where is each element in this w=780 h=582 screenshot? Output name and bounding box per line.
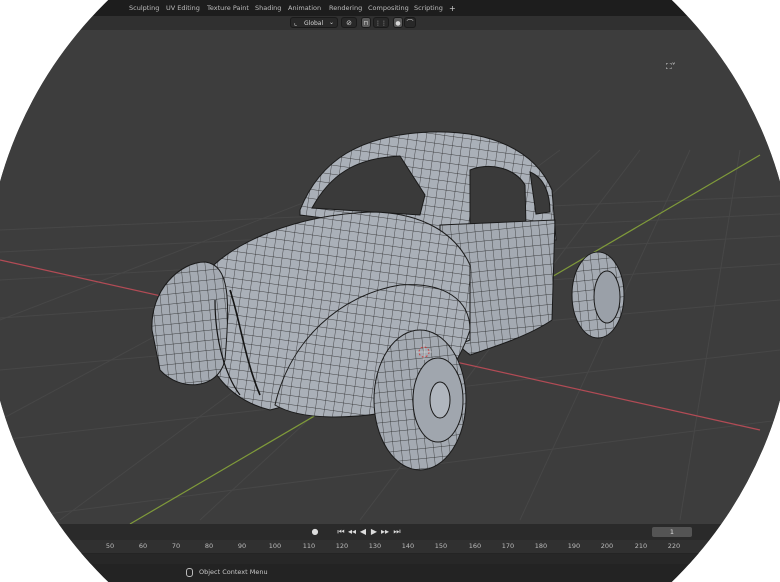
transform-orientation-dropdown[interactable]: ⌞ Global ⌄ xyxy=(290,17,338,28)
pivot-point-icon: ⊘ xyxy=(346,19,352,27)
orientation-label: Global xyxy=(304,20,324,27)
ruler-tick: 50 xyxy=(105,542,115,550)
viewport-canvas[interactable] xyxy=(0,30,780,524)
ruler-tick: 70 xyxy=(171,542,181,550)
jump-to-start-button[interactable]: ⏮ xyxy=(336,527,346,537)
ruler-tick: 130 xyxy=(368,542,382,550)
viewport-header: ⌞ Global ⌄ ⊘ ⊓ ⋮⋮ ● ⌒ xyxy=(0,16,780,30)
tab-texture-paint[interactable]: Texture Paint xyxy=(204,2,252,15)
record-icon[interactable]: ● xyxy=(310,527,320,537)
tab-rendering[interactable]: Rendering xyxy=(326,2,365,15)
ruler-tick: 140 xyxy=(401,542,415,550)
blender-window: Sculpting UV Editing Texture Paint Shadi… xyxy=(0,0,780,582)
gizmo-toggle-icon[interactable]: ⛶˅ xyxy=(666,62,676,72)
ruler-tick: 120 xyxy=(335,542,349,550)
chevron-down-icon: ⌄ xyxy=(329,19,335,26)
mouse-icon xyxy=(186,568,193,577)
ruler-tick: 60 xyxy=(138,542,148,550)
ruler-tick: 160 xyxy=(468,542,482,550)
snap-target-dropdown[interactable]: ⋮⋮ xyxy=(373,17,389,28)
tab-compositing[interactable]: Compositing xyxy=(365,2,412,15)
ruler-tick: 100 xyxy=(268,542,282,550)
ruler-tick: 200 xyxy=(600,542,614,550)
transform-orientation-icon: ⌞ xyxy=(294,19,298,27)
tab-scripting[interactable]: Scripting xyxy=(411,2,446,15)
ruler-tick: 80 xyxy=(204,542,214,550)
add-workspace-button[interactable]: + xyxy=(446,2,459,15)
3d-viewport[interactable]: ⛶˅ xyxy=(0,30,780,524)
ruler-tick: 90 xyxy=(237,542,247,550)
proportional-editing-icon: ● xyxy=(395,20,401,27)
tab-uv-editing[interactable]: UV Editing xyxy=(163,2,203,15)
timeline-track-area[interactable] xyxy=(0,554,780,564)
tab-sculpting[interactable]: Sculpting xyxy=(126,2,162,15)
jump-to-keyframe-back-button[interactable]: ◂◂ xyxy=(347,527,357,537)
tab-animation[interactable]: Animation xyxy=(285,2,324,15)
ruler-tick: 150 xyxy=(434,542,448,550)
workspace-tab-bar: Sculpting UV Editing Texture Paint Shadi… xyxy=(0,0,780,16)
pivot-point-dropdown[interactable]: ⊘ xyxy=(341,17,357,28)
play-reverse-button[interactable]: ◀ xyxy=(358,527,368,537)
snap-increment-icon: ⋮⋮ xyxy=(375,20,387,27)
ruler-tick: 220 xyxy=(667,542,681,550)
proportional-falloff-dropdown[interactable]: ⌒ xyxy=(404,17,416,28)
car-mesh xyxy=(151,131,625,471)
play-button[interactable]: ▶ xyxy=(369,527,379,537)
current-frame-field[interactable]: 1 xyxy=(652,527,692,537)
status-bar: Object Context Menu xyxy=(0,564,780,582)
ruler-tick: 210 xyxy=(634,542,648,550)
snap-icon: ⊓ xyxy=(363,20,369,27)
jump-to-end-button[interactable]: ⏭ xyxy=(392,527,402,537)
playback-controls-bar: ● ⏮ ◂◂ ◀ ▶ ▸▸ ⏭ 1 xyxy=(0,524,780,540)
ruler-tick: 170 xyxy=(501,542,515,550)
proportional-editing-toggle[interactable]: ● xyxy=(393,17,403,28)
timeline-ruler[interactable]: 50 60 70 80 90 100 110 120 130 140 150 1… xyxy=(0,540,780,564)
ruler-tick: 180 xyxy=(534,542,548,550)
tab-shading[interactable]: Shading xyxy=(252,2,284,15)
jump-to-keyframe-forward-button[interactable]: ▸▸ xyxy=(380,527,390,537)
status-hint-text: Object Context Menu xyxy=(199,568,268,576)
ruler-tick: 190 xyxy=(567,542,581,550)
ruler-tick: 110 xyxy=(302,542,316,550)
snap-toggle[interactable]: ⊓ xyxy=(361,17,371,28)
falloff-curve-icon: ⌒ xyxy=(406,19,414,27)
